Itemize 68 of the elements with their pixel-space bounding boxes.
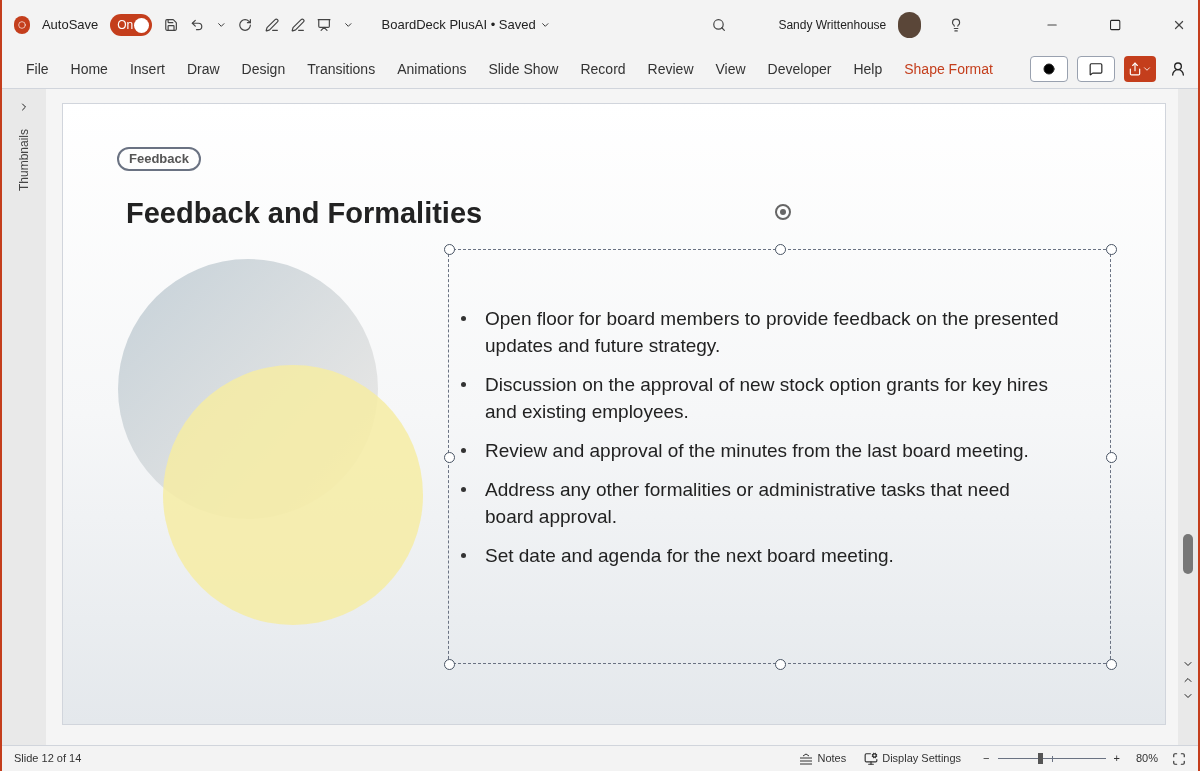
bullet-text: Address any other formalities or administrative tasks that need board approval. bbox=[485, 477, 1011, 529]
ribbon-tab[interactable]: Design bbox=[241, 58, 286, 80]
bullet-text: Set date and agenda for the next board meeting. bbox=[485, 543, 894, 568]
ribbon-tab[interactable]: Help bbox=[853, 58, 883, 80]
resize-handle[interactable] bbox=[1106, 244, 1117, 255]
notes-icon bbox=[799, 752, 814, 765]
bullet-icon bbox=[461, 552, 466, 558]
resize-handle[interactable] bbox=[444, 452, 455, 463]
bullet-text: Open floor for board members to provide feedback on the presented updates and future strategy. bbox=[485, 306, 1060, 358]
ribbon-tab[interactable]: Slide Show bbox=[488, 58, 559, 80]
resize-handle[interactable] bbox=[1106, 659, 1117, 670]
bullet-text: Discussion on the approval of new stock option grants for key hires and existing employees. bbox=[485, 372, 1049, 424]
maximize-icon[interactable] bbox=[1109, 18, 1122, 32]
ribbon-tab[interactable]: Developer bbox=[767, 58, 832, 80]
zoom-in-button[interactable]: + bbox=[1113, 750, 1120, 767]
fit-to-window-icon[interactable] bbox=[1172, 751, 1186, 766]
presentation-icon[interactable] bbox=[316, 17, 331, 33]
app-logo-icon bbox=[14, 16, 30, 34]
ribbon-tab[interactable]: Insert bbox=[129, 58, 165, 80]
autosave-toggle[interactable]: On bbox=[110, 14, 152, 36]
slide-counter: Slide 12 of 14 bbox=[14, 751, 82, 767]
ribbon-tab[interactable]: File bbox=[26, 58, 49, 80]
slide-title: Feedback and Formalities bbox=[126, 197, 483, 229]
resize-handle[interactable] bbox=[775, 244, 786, 255]
tag-label: Feedback bbox=[117, 147, 201, 171]
pen-icon[interactable] bbox=[264, 17, 279, 33]
ribbon-tab[interactable]: Home bbox=[70, 58, 108, 80]
comment-icon bbox=[1089, 62, 1103, 76]
bullet-icon bbox=[461, 381, 466, 387]
monitor-icon bbox=[864, 751, 879, 766]
undo-icon[interactable] bbox=[189, 17, 204, 33]
record-button[interactable] bbox=[1030, 56, 1068, 82]
comments-button[interactable] bbox=[1077, 56, 1115, 82]
thumbnails-label[interactable]: Thumbnails bbox=[15, 129, 33, 192]
caret-icon bbox=[1142, 64, 1152, 74]
pen-icon[interactable] bbox=[290, 17, 305, 33]
avatar[interactable] bbox=[898, 12, 922, 38]
resize-handle[interactable] bbox=[444, 244, 455, 255]
zoom-out-button[interactable]: − bbox=[983, 750, 990, 767]
scrollbar-thumb[interactable] bbox=[1183, 534, 1193, 574]
ribbon-tab[interactable]: Shape Format bbox=[904, 58, 993, 80]
ribbon-tab[interactable]: Record bbox=[580, 58, 626, 80]
resize-handle[interactable] bbox=[775, 659, 786, 670]
user-name: Sandy Writtenhouse bbox=[778, 17, 887, 34]
bullet-text: Review and approval of the minutes from the last board meeting. bbox=[485, 438, 1029, 463]
ribbon-tab[interactable]: Animations bbox=[397, 58, 467, 80]
notes-button[interactable]: Notes bbox=[799, 750, 847, 767]
ribbon-tab[interactable]: Draw bbox=[186, 58, 220, 80]
resize-handle[interactable] bbox=[1106, 452, 1117, 463]
zoom-slider[interactable] bbox=[997, 752, 1106, 765]
share-button[interactable] bbox=[1124, 56, 1156, 82]
display-settings-button[interactable]: Display Settings bbox=[864, 750, 962, 767]
save-icon[interactable] bbox=[163, 17, 178, 33]
redo-icon[interactable] bbox=[238, 17, 253, 33]
ribbon-tab[interactable]: Transitions bbox=[307, 58, 376, 80]
share-icon bbox=[1128, 62, 1142, 76]
autosave-label: AutoSave bbox=[41, 16, 99, 35]
search-icon[interactable] bbox=[712, 17, 727, 33]
bullet-icon bbox=[461, 486, 466, 492]
document-title[interactable]: BoardDeck PlusAI • Saved bbox=[381, 15, 536, 35]
ribbon-tab[interactable]: View bbox=[715, 58, 746, 80]
ribbon-tab[interactable]: Review bbox=[647, 58, 694, 80]
zoom-reading[interactable]: 80% bbox=[1135, 750, 1158, 767]
resize-handle[interactable] bbox=[444, 659, 455, 670]
record-icon bbox=[1043, 63, 1055, 75]
bullet-icon bbox=[461, 315, 466, 321]
coauthor-icon[interactable] bbox=[1170, 61, 1186, 77]
bullet-icon bbox=[461, 447, 466, 453]
